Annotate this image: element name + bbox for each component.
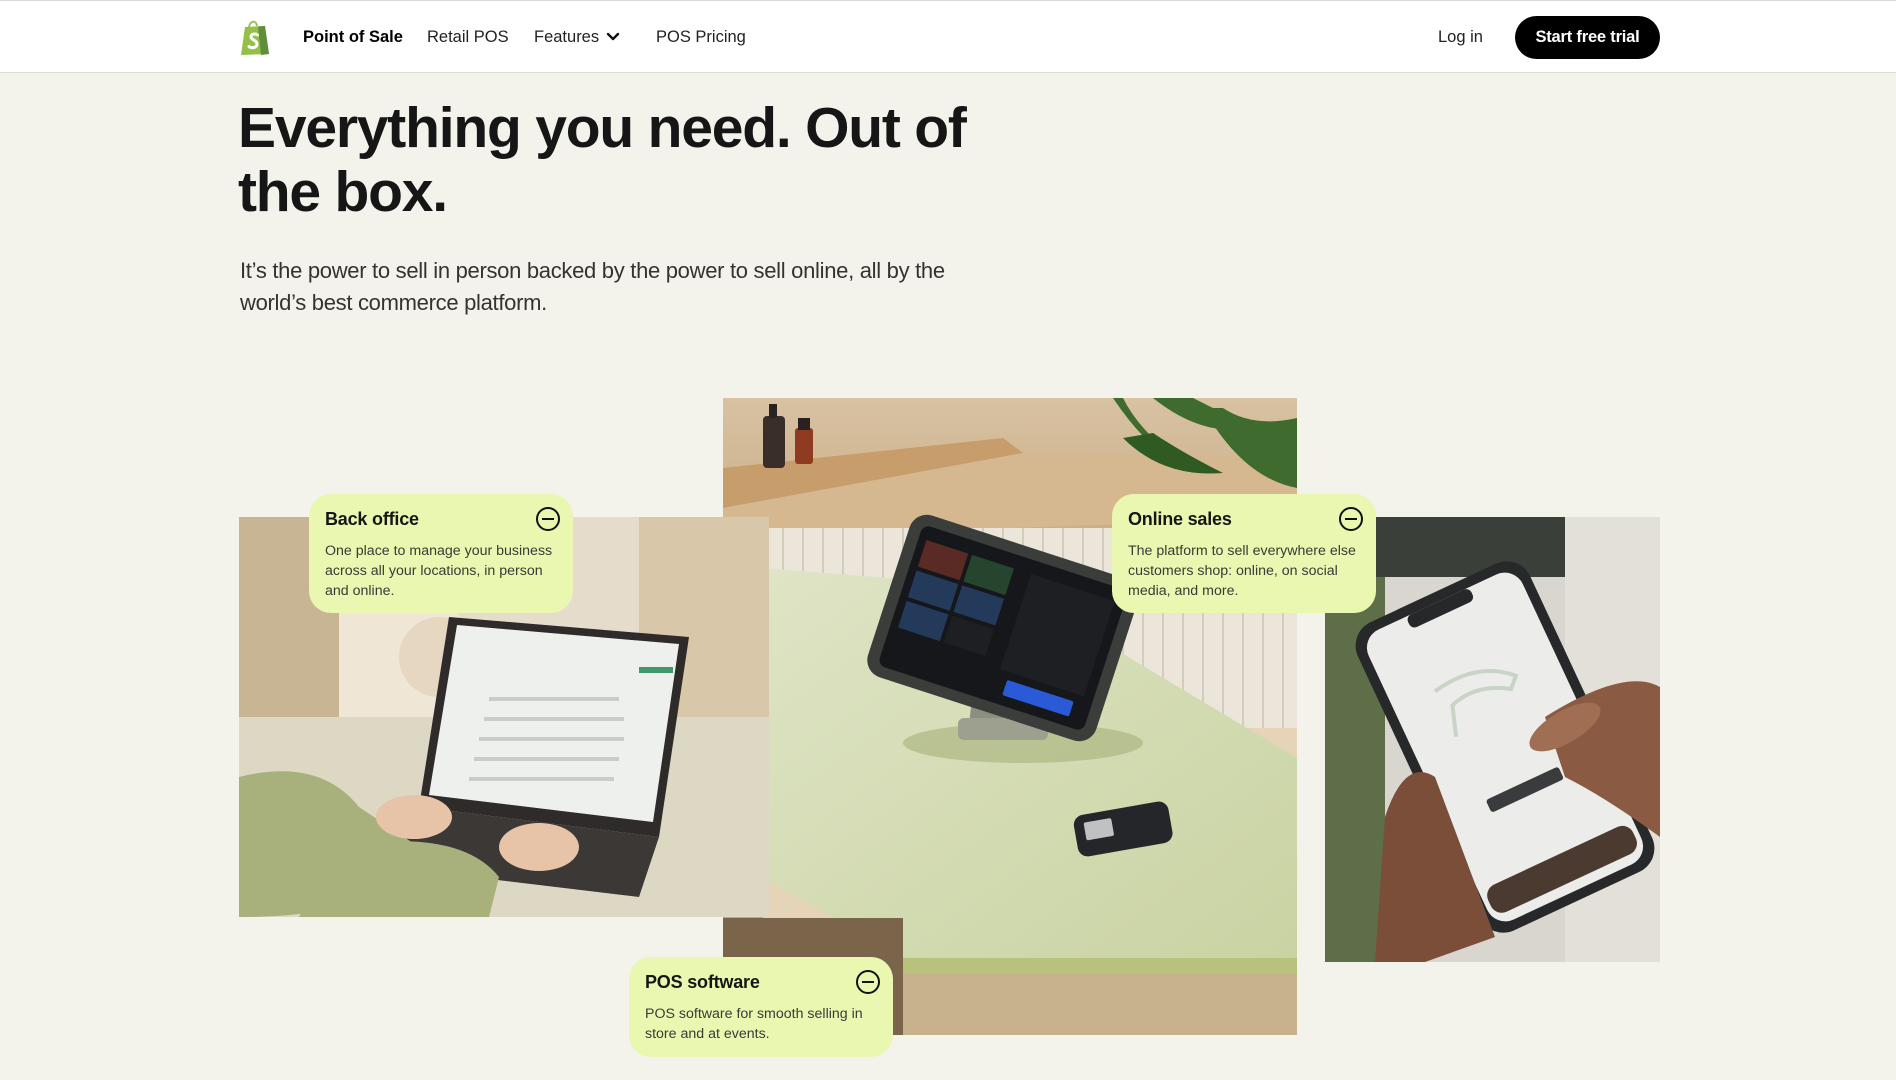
feature-card-back-office[interactable]: Back office One place to manage your bus… (309, 494, 573, 613)
login-link[interactable]: Log in (1438, 27, 1483, 47)
feature-title: Back office (325, 509, 419, 529)
collapse-minus-circle-icon[interactable] (1338, 506, 1364, 532)
collapse-minus-circle-icon[interactable] (855, 969, 881, 995)
collapse-minus-circle-icon[interactable] (535, 506, 561, 532)
feature-description: The platform to sell everywhere else cus… (1128, 543, 1356, 599)
chevron-down-icon[interactable] (606, 32, 620, 42)
hero-subtext: It’s the power to sell in person backed … (240, 258, 945, 315)
feature-card-online-sales[interactable]: Online sales The platform to sell everyw… (1112, 494, 1376, 613)
start-free-trial-button[interactable]: Start free trial (1515, 16, 1660, 59)
feature-description: POS software for smooth selling in store… (645, 1006, 863, 1042)
nav-retail-pos[interactable]: Retail POS (427, 27, 509, 47)
nav-features[interactable]: Features (534, 27, 599, 47)
feature-title: POS software (645, 972, 760, 992)
nav-pos-pricing[interactable]: POS Pricing (656, 27, 746, 47)
nav-point-of-sale[interactable]: Point of Sale (303, 27, 403, 47)
feature-title: Online sales (1128, 509, 1232, 529)
page-headline: Everything you need. Out of the box. (238, 96, 967, 224)
shopify-logo-icon[interactable] (239, 18, 271, 56)
top-nav: Point of Sale Retail POS Features POS Pr… (0, 0, 1896, 73)
feature-card-pos-software[interactable]: POS software POS software for smooth sel… (629, 957, 893, 1057)
feature-description: One place to manage your business across… (325, 543, 553, 599)
